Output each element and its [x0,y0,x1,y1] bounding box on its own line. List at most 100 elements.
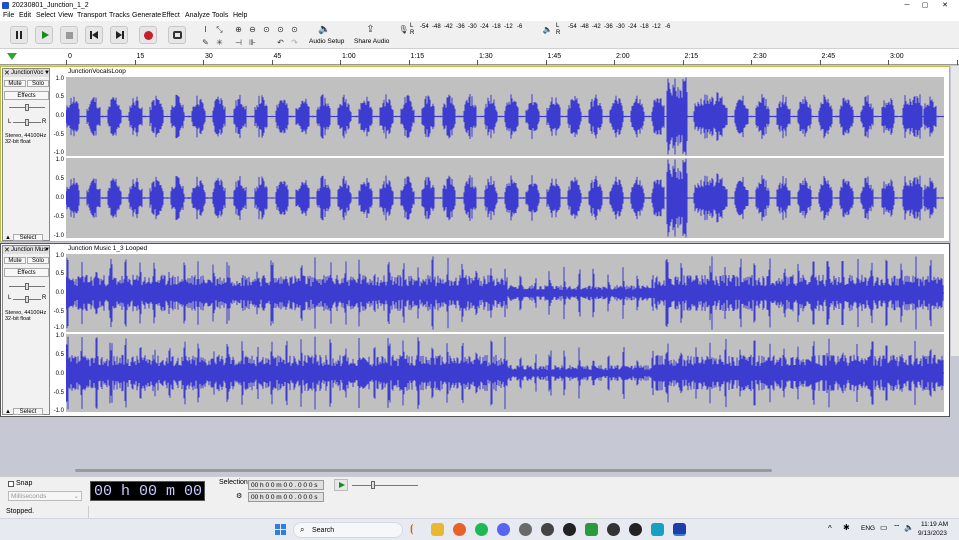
menu-tracks[interactable]: Tracks [109,12,130,19]
volume-icon[interactable]: 🔈 [904,523,914,532]
close-track-icon[interactable]: ✕ [4,246,10,254]
menu-transport[interactable]: Transport [77,12,107,19]
tracks-area[interactable]: JunctionVoc ✕ ▼ Mute Solo Effects LR Ste… [0,65,959,440]
empty-track-area[interactable] [0,440,959,476]
settings-icon[interactable]: ⚙ [236,492,242,500]
track-music[interactable]: Junction Mus ✕ ▼ Mute Solo Effects LR St… [0,243,950,417]
stop-button[interactable] [60,26,78,44]
search-box[interactable]: ⌕ Search [293,522,403,538]
headphones-app-icon[interactable]: ⦗ [410,523,423,536]
menu-effect[interactable]: Effect [162,12,180,19]
playback-meter[interactable]: LR -54 -48 -42 -36 -30 -24 -18 -12 -6 [556,23,686,37]
skip-end-button[interactable] [110,26,128,44]
app-icon-blue[interactable] [651,523,664,536]
multi-tool-icon[interactable]: ✳ [214,37,225,48]
audio-setup-label[interactable]: Audio Setup [309,38,344,45]
undo-icon[interactable]: ↶ [275,37,286,48]
gain-slider-thumb[interactable] [25,283,29,290]
track-name-menu[interactable]: JunctionVoc [3,69,49,77]
timeline-pin-icon[interactable] [7,53,17,60]
speaker-icon[interactable]: 🔈 [318,24,330,35]
menu-select[interactable]: Select [36,12,55,19]
vertical-scrollbar[interactable] [951,66,959,356]
draw-tool-icon[interactable]: ✎ [200,37,211,48]
record-button[interactable] [139,26,157,44]
speed-slider-thumb[interactable] [371,481,375,489]
select-button[interactable]: Select [13,234,43,241]
zoom-in-icon[interactable]: ⊕ [233,24,244,35]
menu-tools[interactable]: Tools [212,12,228,19]
language-indicator[interactable]: ENG [861,525,875,532]
selection-end-field[interactable]: 00 h 0 0 m 0 0 . 0 0 0 s [248,492,324,502]
mic-icon[interactable]: 🎙 [398,24,409,35]
file-explorer-icon[interactable] [431,523,444,536]
timeline-ruler[interactable]: 0 15 30 45 1:00 1:15 1:30 1:45 2:00 2:15 2:30 2:45 3… [0,49,959,65]
pause-button[interactable] [10,26,28,44]
playback-speed-slider[interactable] [352,485,418,486]
share-icon[interactable]: ⇪ [365,24,376,35]
menu-help[interactable]: Help [233,12,247,19]
silence-icon[interactable]: ⊪ [247,37,258,48]
fit-selection-icon[interactable]: ⊙ [261,24,272,35]
app-icon-flag[interactable] [585,523,598,536]
menu-analyze[interactable]: Analyze [185,12,210,19]
redo-icon[interactable]: ↷ [289,37,300,48]
menu-edit[interactable]: Edit [19,12,31,19]
fit-project-icon[interactable]: ⊙ [275,24,286,35]
chevron-up-icon[interactable]: ^ [828,524,832,533]
pan-slider-thumb[interactable] [25,296,29,303]
select-button[interactable]: Select [13,408,43,415]
mute-button[interactable]: Mute [4,257,26,264]
snap-checkbox[interactable] [8,481,14,487]
close-button[interactable]: ✕ [938,1,952,10]
effects-button[interactable]: Effects [4,91,49,100]
maximize-button[interactable]: ▢ [918,1,932,10]
playback-meter-icon[interactable]: 🔈 [542,24,553,35]
app-icon-n2[interactable] [629,523,642,536]
envelope-tool-icon[interactable]: ⤡ [214,24,225,35]
selection-tool-icon[interactable]: I [200,24,211,35]
waveform-left-channel[interactable] [66,77,944,156]
horizontal-scrollbar[interactable] [75,469,772,472]
play-button[interactable] [35,26,53,44]
clock-time[interactable]: 11:19 AM [921,521,948,528]
skip-start-button[interactable] [85,26,103,44]
track-name-menu[interactable]: Junction Mus [3,246,49,254]
minimize-button[interactable]: ─ [900,1,914,10]
waveform-right-channel[interactable] [66,158,944,238]
snap-unit-select[interactable]: Milliseconds ⌄ [8,491,82,501]
solo-button[interactable]: Solo [27,80,49,87]
trim-icon[interactable]: ⊣ [233,37,244,48]
audacity-taskbar-icon[interactable] [673,523,686,536]
spotify-icon[interactable] [475,523,488,536]
menu-generate[interactable]: Generate [132,12,161,19]
waveform-left-channel[interactable] [66,254,944,332]
close-track-icon[interactable]: ✕ [4,69,10,77]
discord-icon[interactable] [497,523,510,536]
effects-button[interactable]: Effects [4,268,49,277]
mute-button[interactable]: Mute [4,80,26,87]
zoom-out-icon[interactable]: ⊖ [247,24,258,35]
zoom-toggle-icon[interactable]: ⊙ [289,24,300,35]
collapse-icon[interactable]: ▲ [5,409,11,415]
play-at-speed-button[interactable] [334,479,348,491]
wifi-icon[interactable]: ⌔ [893,523,901,533]
steam-icon[interactable] [519,523,532,536]
clip-name[interactable]: JunctionVocalsLoop [68,68,126,76]
clock-date[interactable]: 9/13/2023 [918,530,947,537]
bluetooth-icon[interactable]: ✱ [843,523,850,532]
app-icon-dark[interactable] [607,523,620,536]
selection-start-field[interactable]: 00 h 0 0 m 0 0 . 0 0 0 s [248,480,324,490]
firefox-icon[interactable] [453,523,466,536]
app-icon-n[interactable] [563,523,576,536]
time-display[interactable]: 00 h 00 m 00 s [90,481,205,520]
gain-slider-thumb[interactable] [25,104,29,111]
loop-button[interactable] [168,26,186,44]
solo-button[interactable]: Solo [27,257,49,264]
collapse-icon[interactable]: ▲ [5,235,11,241]
display-icon[interactable]: ▭ [880,523,888,532]
menu-view[interactable]: View [58,12,73,19]
waveform-right-channel[interactable] [66,334,944,412]
chevron-down-icon[interactable]: ▼ [44,70,50,76]
start-icon[interactable] [275,524,287,536]
